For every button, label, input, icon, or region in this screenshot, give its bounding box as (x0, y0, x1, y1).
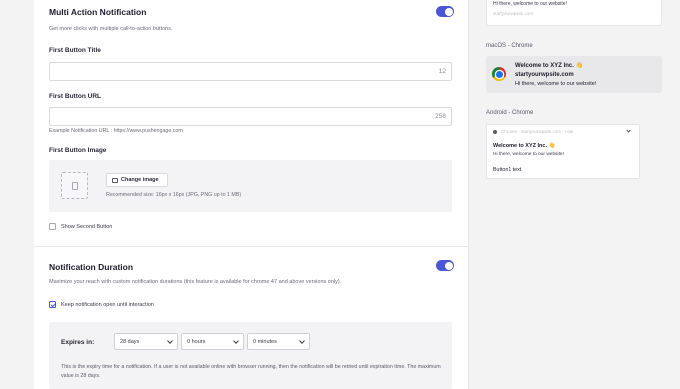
multi-action-description: Get more clicks with multiple call-to-ac… (49, 26, 173, 32)
chevron-down-icon (299, 338, 305, 344)
preview-card-top: Hi there, welcome to our website! starty… (486, 0, 662, 26)
android-notification-message: Hi there, welcome to our website! (493, 152, 564, 157)
macos-chrome-label: macOS - Chrome (486, 43, 533, 49)
recommended-size-text: Recommended size: 16px x 16px (JPG, PNG … (106, 192, 242, 198)
android-chrome-label: Android - Chrome (486, 110, 534, 116)
change-image-button[interactable]: Change image (106, 173, 168, 187)
chevron-down-icon (233, 338, 239, 344)
title-char-counter: 12 (438, 68, 446, 75)
first-button-title-label: First Button Title (49, 47, 101, 54)
android-action-button[interactable]: Button1 text (493, 167, 521, 173)
image-upload-area: Change image Recommended size: 16px x 16… (49, 160, 452, 212)
show-second-button-label: Show Second Button (61, 223, 113, 230)
hours-select[interactable]: 0 hours (181, 333, 244, 350)
preview-top-message: Hi there, welcome to our website! (493, 1, 567, 7)
chrome-small-icon (493, 130, 497, 134)
mac-notification-message: Hi there, welcome to our website! (515, 81, 597, 87)
duration-toggle[interactable] (436, 260, 454, 271)
first-button-title-input[interactable] (50, 63, 410, 80)
hours-value: 0 hours (187, 338, 206, 345)
keep-open-row[interactable]: Keep notification open until interaction (49, 301, 154, 308)
expires-panel: Expires in: 28 days 0 hours 0 minutes Th… (49, 322, 452, 389)
first-button-title-field[interactable]: 12 (49, 62, 452, 81)
keep-open-label: Keep notification open until interaction (61, 301, 154, 308)
macos-notification-preview: Welcome to XYZ Inc. 👋 startyourwpsite.co… (486, 56, 662, 93)
expires-label: Expires in: (61, 339, 95, 346)
chevron-down-icon (167, 338, 173, 344)
show-second-button-row[interactable]: Show Second Button (49, 223, 112, 230)
keep-open-checkbox[interactable] (49, 301, 56, 308)
minutes-select[interactable]: 0 minutes (247, 333, 310, 350)
days-select[interactable]: 28 days (114, 333, 178, 350)
first-button-url-label: First Button URL (49, 93, 101, 100)
chevron-down-icon[interactable] (626, 128, 631, 133)
change-image-label: Change image (121, 177, 159, 183)
mac-notification-site: startyourwpsite.com (515, 72, 574, 78)
image-placeholder[interactable] (61, 172, 88, 199)
minutes-value: 0 minutes (253, 338, 277, 345)
first-button-image-label: First Button Image (49, 147, 107, 154)
days-value: 28 days (120, 338, 140, 345)
toggle-knob (444, 7, 453, 16)
android-notification-site: Chrome · startyourwpsite.com · now (501, 129, 574, 134)
multi-action-title: Multi Action Notification (49, 7, 147, 17)
chrome-icon (492, 67, 506, 81)
android-notification-preview: Chrome · startyourwpsite.com · now Welco… (486, 124, 640, 179)
duration-description: Maximize your reach with custom notifica… (49, 279, 342, 285)
show-second-button-checkbox[interactable] (49, 223, 56, 230)
first-button-url-field[interactable]: 256 (49, 107, 452, 126)
preview-top-site: startyourwpsite.com (493, 11, 534, 16)
multi-action-toggle[interactable] (436, 6, 454, 17)
duration-title: Notification Duration (49, 262, 134, 272)
file-icon (72, 182, 78, 190)
first-button-url-input[interactable] (50, 108, 410, 125)
mac-notification-title: Welcome to XYZ Inc. 👋 (515, 63, 584, 69)
camera-icon (112, 177, 118, 183)
android-notification-title: Welcome to XYZ Inc. 👋 (493, 143, 556, 149)
section-divider (34, 246, 469, 247)
url-char-counter: 256 (435, 113, 446, 120)
expiry-help-text: This is the expiry time for a notificati… (61, 364, 441, 379)
example-url-hint: Example Notification URL : https://www.p… (49, 128, 183, 134)
toggle-knob (444, 261, 453, 270)
settings-card: Multi Action Notification Get more click… (34, 0, 469, 389)
